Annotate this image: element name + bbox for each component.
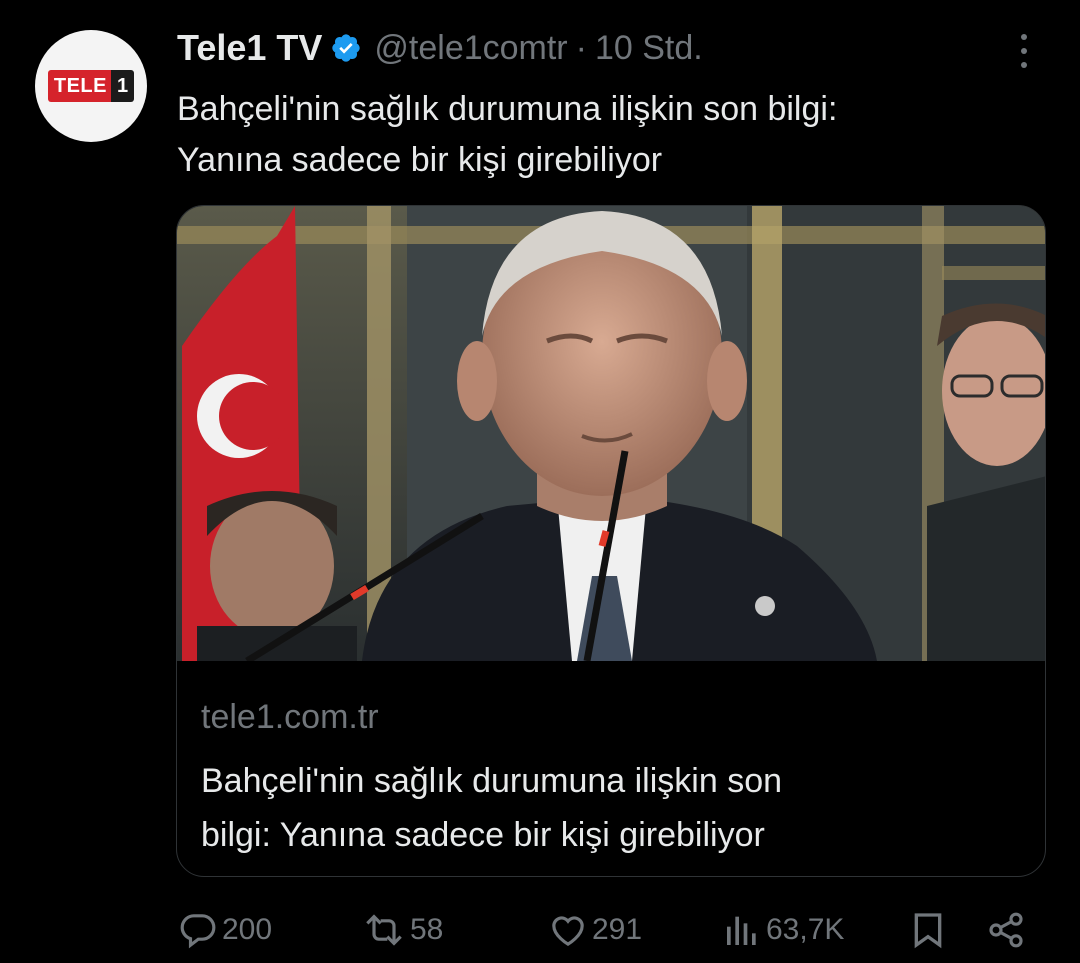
bookmark-button[interactable] — [908, 900, 948, 960]
card-photo — [177, 206, 1045, 661]
repost-count: 58 — [410, 913, 444, 946]
more-options-icon[interactable] — [1012, 34, 1036, 68]
views-count: 63,7K — [766, 913, 845, 946]
tweet-header: Tele1 TV @tele1comtr · 10 Std. — [177, 26, 703, 70]
tele1-logo: TELE 1 — [47, 70, 135, 102]
like-button[interactable]: 291 — [548, 900, 642, 960]
tweet-text-line: Bahçeli'nin sağlık durumuna ilişkin son … — [177, 90, 838, 128]
action-bar: 200 58 291 63,7K — [0, 900, 1080, 960]
card-image[interactable] — [177, 206, 1045, 661]
logo-text: TELE — [47, 70, 111, 102]
card-title-line: Bahçeli'nin sağlık durumuna ilişkin son — [201, 762, 783, 800]
repost-icon — [362, 910, 406, 950]
logo-number: 1 — [111, 70, 135, 102]
reply-button[interactable]: 200 — [178, 900, 272, 960]
card-title: Bahçeli'nin sağlık durumuna ilişkin son … — [201, 754, 1021, 862]
card-title-line: bilgi: Yanına sadece bir kişi girebiliyo… — [201, 816, 765, 854]
separator-dot: · — [575, 28, 587, 67]
verified-badge-icon[interactable] — [330, 32, 362, 64]
tweet-text: Bahçeli'nin sağlık durumuna ilişkin son … — [177, 84, 1047, 186]
repost-button[interactable]: 58 — [362, 900, 443, 960]
like-count: 291 — [592, 913, 643, 946]
tweet-text-line: Yanına sadece bir kişi girebiliyor — [177, 141, 663, 179]
tweet-timestamp[interactable]: 10 Std. — [595, 29, 703, 68]
share-icon — [986, 910, 1026, 950]
avatar[interactable]: TELE 1 — [35, 30, 147, 142]
reply-count: 200 — [222, 913, 273, 946]
heart-icon — [548, 910, 588, 950]
author-handle[interactable]: @tele1comtr — [374, 29, 567, 68]
card-domain: tele1.com.tr — [201, 698, 379, 736]
bookmark-icon — [908, 910, 948, 950]
views-button[interactable]: 63,7K — [722, 900, 844, 960]
author-name[interactable]: Tele1 TV — [177, 27, 322, 69]
views-chart-icon — [722, 910, 762, 950]
reply-icon — [178, 910, 218, 950]
link-preview-card[interactable]: tele1.com.tr Bahçeli'nin sağlık durumuna… — [176, 205, 1046, 877]
share-button[interactable] — [986, 900, 1026, 960]
